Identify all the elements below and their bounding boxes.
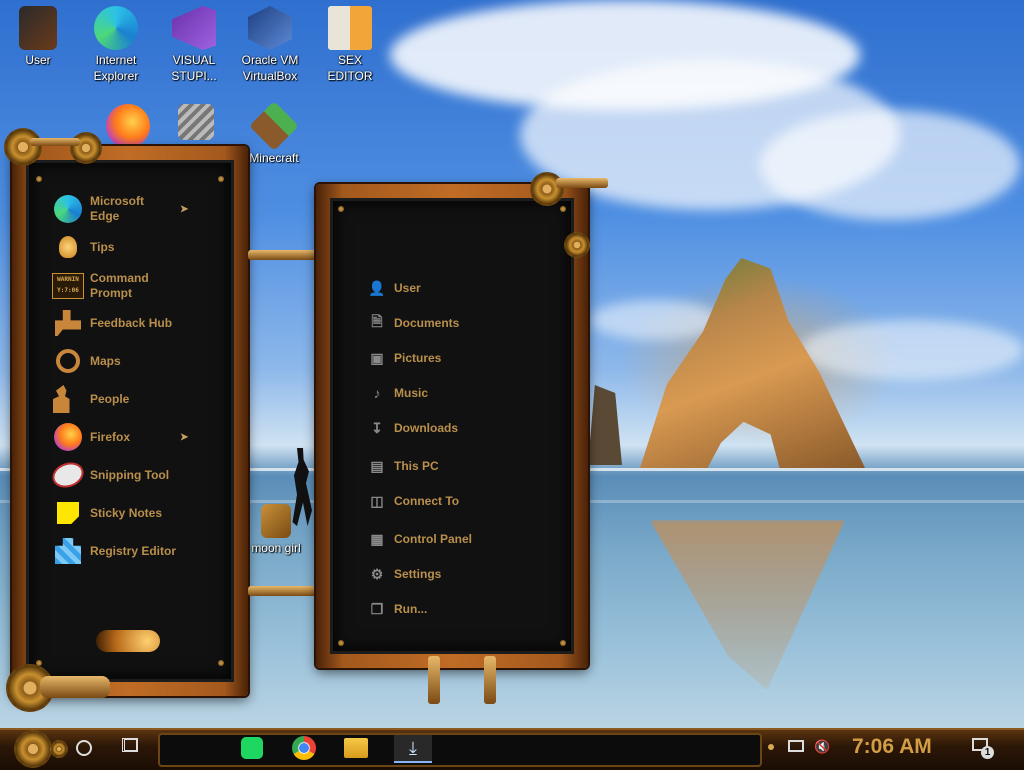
spotify-icon [241,737,263,759]
start-item-command-prompt[interactable]: WARNIN Y:7:06 Command Prompt [52,270,160,302]
network-tray-icon[interactable] [788,740,804,752]
notification-count-badge: 1 [981,746,994,759]
monitor-icon: ▤ [370,457,384,474]
virtualbox-icon [248,6,292,50]
places-item-settings[interactable]: ⚙ Settings [368,563,442,585]
desktop-icon-virtualbox[interactable]: Oracle VM VirtualBox [234,6,306,84]
small-rock [588,385,622,465]
gear-icon: ⚙ [370,565,384,582]
user-icon: 👤 [368,279,386,296]
taskbar-clock[interactable]: 7:06 AM [852,735,932,759]
firefox-icon [106,104,150,148]
feedback-icon [52,307,84,339]
places-item-this-pc[interactable]: ▤ This PC [368,455,438,477]
hanging-pipe [484,656,496,704]
download-icon: ↧ [371,419,383,436]
submenu-arrow-icon: ➤ [180,203,189,215]
desktop-icon-hex-editor[interactable]: SEX EDITOR [314,6,386,84]
run-icon: ❐ [370,600,384,617]
edge-icon [52,193,84,225]
moon-girl-icon [261,504,291,538]
desktop-icon-internet-explorer[interactable]: Internet Explorer [80,6,152,84]
taskbar-chrome[interactable] [290,735,318,761]
people-icon [52,383,84,415]
desktop-icon-stack[interactable] [160,104,232,142]
places-item-user[interactable]: 👤 User [368,277,420,299]
start-item-people[interactable]: People [52,383,129,415]
firefox-icon [52,421,84,453]
connector-pipe [248,586,318,596]
start-item-sticky-notes[interactable]: Sticky Notes [52,497,162,529]
places-item-pictures[interactable]: ▣ Pictures [368,347,441,369]
notification-center-button[interactable]: 1 [972,738,994,759]
volume-muted-icon[interactable]: 🔇 [814,740,830,754]
places-item-control-panel[interactable]: ▦ Control Panel [368,528,472,550]
downloads-icon: ⤓ [409,738,417,758]
user-icon [19,6,57,50]
music-note-icon: ♪ [373,385,381,401]
hanging-pipe [428,656,440,704]
scissors-icon [48,458,88,492]
desktop-icon-moon-girl[interactable]: moon girl [240,504,312,556]
file-explorer-icon [344,738,368,758]
map-pin-icon [52,345,84,377]
rock-reflection [650,520,845,690]
taskbar-file-explorer[interactable] [342,735,370,761]
gear-ornament [4,128,42,166]
places-item-music[interactable]: ♪ Music [368,382,429,404]
network-icon: ◫ [370,492,384,509]
places-item-documents[interactable]: 🗎 Documents [368,312,459,334]
edge-icon [94,6,138,50]
start-item-snipping-tool[interactable]: Snipping Tool [48,458,169,492]
start-item-tips[interactable]: Tips [52,231,114,263]
lightbulb-ornament [96,630,160,652]
start-item-firefox[interactable]: Firefox ➤ [52,421,188,453]
visual-studio-icon [172,6,216,50]
task-view-button[interactable] [122,738,138,752]
desktop-icon-visual-studio[interactable]: VISUAL STUPI... [158,6,230,84]
window-stack-icon [178,104,214,140]
desktop-icon-minecraft[interactable]: Minecraft [238,101,310,166]
sticky-note-icon [52,497,84,529]
start-item-microsoft-edge[interactable]: Microsoft Edge ➤ [52,193,188,225]
picture-icon: ▣ [370,349,384,366]
gear-ornament [50,740,68,758]
submenu-arrow-icon: ➤ [180,431,189,443]
gear-ornament [70,132,102,164]
start-button[interactable] [14,730,52,768]
places-item-connect-to[interactable]: ◫ Connect To [368,490,459,512]
places-item-run[interactable]: ❐ Run... [368,598,428,620]
taskbar-spotify[interactable] [238,735,266,761]
control-panel-icon: ▦ [370,530,384,547]
registry-icon [52,535,84,567]
hex-editor-icon [328,6,372,50]
desktop-icon-firefox[interactable] [92,104,164,150]
taskbar-downloads[interactable]: ⤓ [394,735,432,763]
places-item-downloads[interactable]: ↧ Downloads [368,417,458,439]
connector-pipe [248,250,318,260]
terminal-icon: WARNIN Y:7:06 [52,270,84,302]
grass-block-icon [249,101,299,151]
desktop-icon-user[interactable]: User [2,6,74,68]
chrome-icon [292,736,316,760]
lightbulb-icon [52,231,84,263]
gear-ornament [564,232,590,258]
start-item-feedback-hub[interactable]: Feedback Hub [52,307,172,339]
search-button[interactable] [76,740,92,756]
start-item-registry-editor[interactable]: Registry Editor [52,535,176,567]
show-hidden-icons-button[interactable] [768,744,774,750]
document-icon: 🗎 [371,313,383,329]
start-item-maps[interactable]: Maps [52,345,121,377]
